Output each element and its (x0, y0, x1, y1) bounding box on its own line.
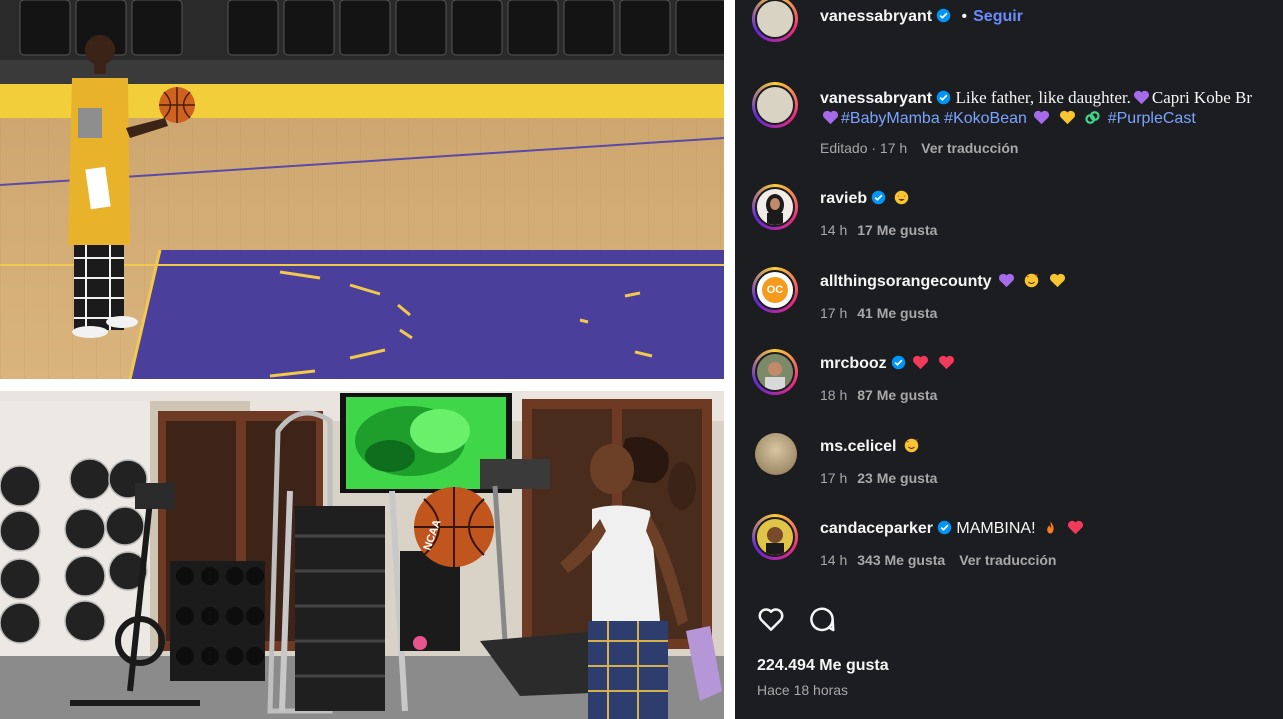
comment-meta: 17 h 41 Me gusta (820, 305, 937, 321)
heart-icon[interactable] (756, 604, 786, 634)
comment-username[interactable]: ms.celicel (820, 438, 897, 455)
comment-avatar-allthingsorangecounty[interactable]: OC (752, 267, 798, 313)
caption-text-2: Capri Kobe Br (1151, 88, 1252, 107)
verified-badge-icon (936, 8, 951, 23)
comment-candaceparker: candaceparker MAMBINA! (820, 520, 1086, 538)
comment-likes[interactable]: 17 Me gusta (857, 222, 937, 238)
smiling-hearts-emoji (1025, 273, 1039, 288)
caption-line-1: vanessabryant Like father, like daughter… (820, 88, 1252, 108)
comment-mscelicel: ms.celicel (820, 438, 922, 456)
verified-badge-icon (871, 190, 886, 205)
author-avatar[interactable] (752, 0, 798, 42)
hashtag-kokobean[interactable]: #KokoBean (944, 110, 1027, 127)
comment-meta: 18 h 87 Me gusta (820, 387, 937, 403)
photo-gym: NCAA (0, 391, 724, 719)
basketball-2: NCAA (414, 487, 494, 567)
caption-avatar[interactable] (752, 82, 798, 128)
yellow-heart-emoji (1049, 273, 1065, 288)
comment-ravieb: ravieb (820, 190, 912, 208)
comments-panel: vanessabryant • Seguir vanessabryant Like… (735, 0, 1283, 719)
caption-username[interactable]: vanessabryant (820, 90, 932, 107)
comment-allthingsorangecounty: allthingsorangecounty (820, 273, 1068, 291)
comment-likes[interactable]: 23 Me gusta (857, 470, 937, 486)
likes-count[interactable]: 224.494 Me gusta (757, 657, 889, 675)
purple-heart-emoji (1133, 90, 1149, 105)
caption-text: Like father, like daughter. (955, 88, 1131, 107)
comment-likes[interactable]: 343 Me gusta (857, 552, 945, 568)
red-heart-emoji (913, 355, 929, 370)
comment-meta: 14 h 343 Me gusta Ver traducción (820, 552, 1056, 568)
photo-court (0, 0, 724, 379)
purple-heart-emoji (823, 110, 838, 125)
caption-line-2: #BabyMamba #KokoBean #PurpleCast (820, 110, 1196, 128)
purple-heart-emoji (999, 273, 1015, 288)
comment-avatar-candaceparker[interactable] (752, 514, 798, 560)
smiling-hearts-emoji (904, 438, 919, 453)
post-timestamp: Hace 18 horas (757, 682, 849, 698)
link-emoji (1085, 111, 1100, 124)
comment-likes[interactable]: 41 Me gusta (857, 305, 937, 321)
translate-link[interactable]: Ver traducción (959, 552, 1056, 568)
comment-avatar-mrcbooz[interactable] (752, 349, 798, 395)
caption-meta: Editado · 17 h Ver traducción (820, 140, 1018, 156)
hashtag-babymamba[interactable]: #BabyMamba (841, 110, 940, 127)
comment-text: MAMBINA! (956, 520, 1036, 537)
post-header: vanessabryant • Seguir (820, 8, 1023, 26)
comment-username[interactable]: candaceparker (820, 520, 933, 537)
comment-time: 18 h (820, 387, 848, 403)
fire-emoji (1047, 521, 1054, 534)
comment-likes[interactable]: 87 Me gusta (857, 387, 937, 403)
yellow-heart-emoji (1059, 110, 1075, 125)
comment-meta: 14 h 17 Me gusta (820, 222, 937, 238)
header-separator: • (961, 8, 968, 25)
red-heart-emoji (1068, 520, 1084, 535)
oc-logo: OC (762, 277, 788, 303)
purple-heart-emoji (1034, 110, 1050, 125)
comment-username[interactable]: allthingsorangecounty (820, 273, 992, 290)
star-struck-emoji (894, 190, 908, 205)
comment-icon[interactable] (807, 605, 837, 635)
comment-username[interactable]: ravieb (820, 190, 867, 207)
comment-meta: 17 h 23 Me gusta (820, 470, 937, 486)
comment-avatar-mscelicel[interactable] (755, 433, 797, 475)
comment-time: 14 h (820, 552, 848, 568)
follow-button[interactable]: Seguir (973, 8, 1023, 25)
comment-username[interactable]: mrcbooz (820, 355, 887, 372)
comment-time: 17 h (820, 470, 848, 486)
red-heart-emoji (938, 355, 954, 370)
comment-mrcbooz: mrcbooz (820, 355, 957, 373)
comment-avatar-ravieb[interactable] (752, 184, 798, 230)
post-media: NCAA (0, 0, 735, 719)
translate-link[interactable]: Ver traducción (921, 140, 1018, 156)
verified-badge-icon (937, 520, 952, 535)
verified-badge-icon (936, 90, 951, 105)
author-username[interactable]: vanessabryant (820, 8, 932, 25)
hashtag-purplecast[interactable]: #PurpleCast (1108, 110, 1196, 127)
verified-badge-icon (891, 355, 905, 370)
basketball-1 (159, 87, 195, 123)
edited-time: Editado · 17 h (820, 140, 908, 156)
comment-time: 14 h (820, 222, 848, 238)
comment-time: 17 h (820, 305, 848, 321)
